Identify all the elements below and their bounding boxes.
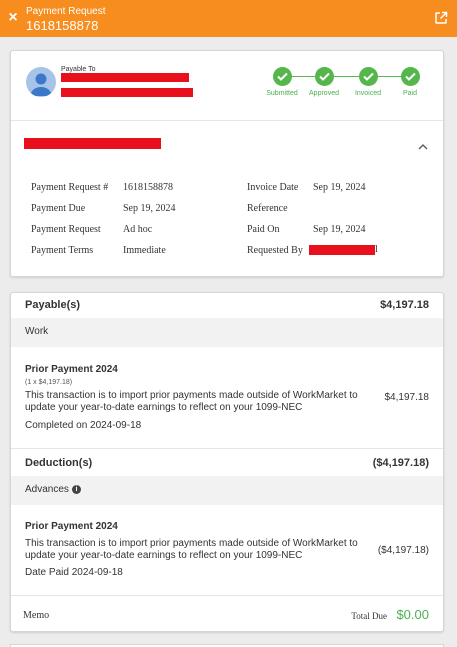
chevron-up-icon[interactable] — [417, 139, 429, 150]
avatar — [26, 67, 56, 97]
checkmark-icon — [314, 67, 334, 86]
requested-by-redacted — [309, 245, 375, 255]
header-request-number: 1618158878 — [26, 18, 99, 33]
line-item-amount: ($4,197.18) — [377, 545, 429, 556]
deductions-amount: ($4,197.18) — [372, 457, 429, 469]
divider — [11, 448, 443, 449]
detail-label: Payment Request # — [31, 182, 109, 193]
close-icon[interactable]: × — [6, 9, 20, 27]
line-item-title: Prior Payment 2024 — [25, 521, 118, 532]
line-items-card: Payable(s) $4,197.18 Work Prior Payment … — [10, 292, 444, 632]
checkmark-icon — [272, 67, 292, 86]
line-item-quantity: (1 x $4,197.18) — [25, 379, 73, 386]
category-band: Work — [11, 318, 443, 347]
detail-label: Invoice Date — [247, 182, 299, 193]
payables-header: Payable(s) $4,197.18 — [11, 293, 443, 318]
detail-value: Sep 19, 2024 — [313, 182, 366, 193]
payment-summary-card: Payable To Submitted Approved Invoiced P… — [10, 50, 444, 277]
detail-value: Immediate — [123, 245, 166, 256]
step-label: Invoiced — [354, 90, 382, 97]
step-label: Approved — [309, 90, 339, 97]
requested-by-suffix: l — [375, 244, 378, 255]
detail-value: Sep 19, 2024 — [123, 203, 176, 214]
payee-address-redacted — [61, 88, 193, 97]
header-kicker: Payment Request — [26, 6, 106, 17]
line-item-meta: Date Paid 2024-09-18 — [25, 567, 123, 578]
detail-value: 1618158878 — [123, 182, 173, 193]
deductions-title: Deduction(s) — [25, 457, 93, 469]
header-bar: × Payment Request 1618158878 — [0, 0, 457, 37]
detail-label: Payment Due — [31, 203, 86, 214]
company-name-redacted — [24, 138, 161, 149]
category-label: Work — [25, 326, 49, 337]
detail-label: Reference — [247, 203, 288, 214]
detail-value: Sep 19, 2024 — [313, 224, 366, 235]
checkmark-icon — [358, 67, 378, 86]
step-approved: Approved — [302, 67, 346, 98]
payables-amount: $4,197.18 — [380, 299, 429, 311]
category-label: Advances — [25, 484, 69, 495]
category-band: Advances i — [11, 476, 443, 505]
step-label: Paid — [402, 90, 417, 97]
status-stepper: Submitted Approved Invoiced Paid — [260, 67, 432, 97]
detail-label: Paid On — [247, 224, 280, 235]
line-item-title: Prior Payment 2024 — [25, 364, 118, 375]
memo-label: Memo — [23, 610, 50, 621]
detail-label: Payment Request — [31, 224, 101, 235]
step-paid: Paid — [388, 67, 432, 98]
checkmark-icon — [400, 67, 420, 86]
line-item-amount: $4,197.18 — [384, 392, 430, 403]
total-due-value: $0.00 — [396, 607, 429, 622]
deductions-header: Deduction(s) ($4,197.18) — [11, 451, 443, 476]
step-submitted: Submitted — [260, 67, 304, 98]
total-due-label: Total Due — [351, 611, 387, 621]
info-icon[interactable]: i — [72, 485, 81, 494]
payee-name-redacted — [61, 73, 189, 82]
detail-label: Payment Terms — [31, 245, 94, 256]
external-link-icon[interactable] — [434, 11, 448, 25]
step-invoiced: Invoiced — [346, 67, 390, 98]
line-item-description: This transaction is to import prior paym… — [25, 390, 358, 413]
divider — [11, 120, 443, 121]
line-item-description: This transaction is to import prior paym… — [25, 538, 358, 561]
line-item-meta: Completed on 2024-09-18 — [25, 420, 142, 431]
detail-label: Requested By — [247, 245, 303, 256]
divider — [11, 595, 443, 596]
step-label: Submitted — [266, 90, 298, 97]
detail-value: Ad hoc — [123, 224, 153, 235]
payables-title: Payable(s) — [25, 299, 81, 311]
